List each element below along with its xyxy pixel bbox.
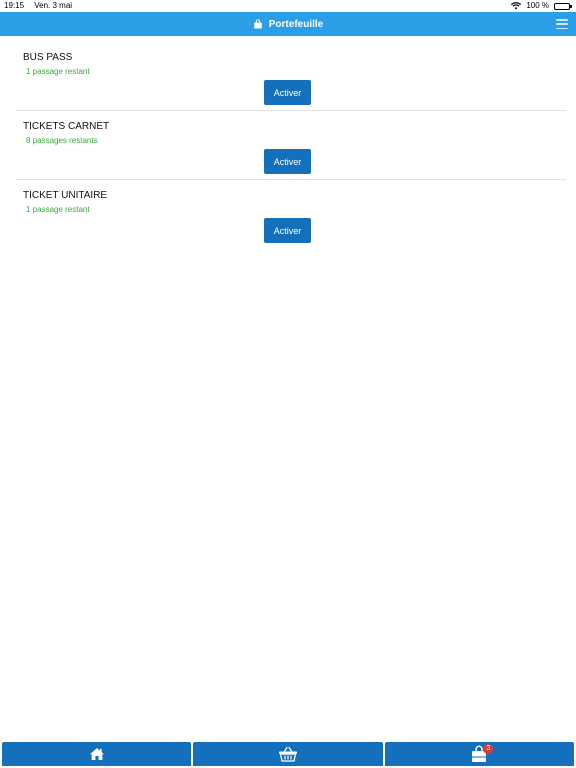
wallet-bag-icon <box>253 19 262 29</box>
tab-home[interactable] <box>2 742 192 766</box>
hamburger-menu-icon[interactable] <box>556 19 568 29</box>
ticket-title: TICKET UNITAIRE <box>23 190 108 201</box>
header: Portefeuille <box>0 12 576 36</box>
page-title: Portefeuille <box>268 18 324 30</box>
remaining-passes: 1 passage restant <box>26 205 90 214</box>
status-date: Ven. 3 mai <box>34 1 73 10</box>
remaining-passes: 1 passage restant <box>26 67 90 76</box>
cart-count-badge: 3 <box>483 744 494 754</box>
basket-icon <box>278 746 297 762</box>
activate-button[interactable]: Activer <box>264 80 311 105</box>
status-time: 19:15 <box>4 1 25 10</box>
activate-button[interactable]: Activer <box>264 149 311 174</box>
activate-button[interactable]: Activer <box>264 218 311 243</box>
ticket-title: TICKETS CARNET <box>23 121 110 132</box>
wifi-icon <box>511 2 522 10</box>
home-icon <box>89 748 104 760</box>
status-bar: 19:15 Ven. 3 mai 100 % <box>0 0 576 12</box>
tab-basket[interactable] <box>193 742 383 766</box>
tab-bar: 3 <box>0 742 576 768</box>
battery-percent: 100 % <box>526 1 549 10</box>
list-item: BUS PASS 1 passage restant Activer <box>16 42 566 111</box>
wallet-list: BUS PASS 1 passage restant Activer TICKE… <box>16 42 566 249</box>
battery-icon <box>554 2 572 10</box>
list-item: TICKETS CARNET 8 passages restants Activ… <box>16 111 566 180</box>
remaining-passes: 8 passages restants <box>26 136 98 145</box>
list-item: TICKET UNITAIRE 1 passage restant Active… <box>16 180 566 249</box>
ticket-title: BUS PASS <box>23 52 73 63</box>
tab-wallet[interactable]: 3 <box>384 742 574 766</box>
